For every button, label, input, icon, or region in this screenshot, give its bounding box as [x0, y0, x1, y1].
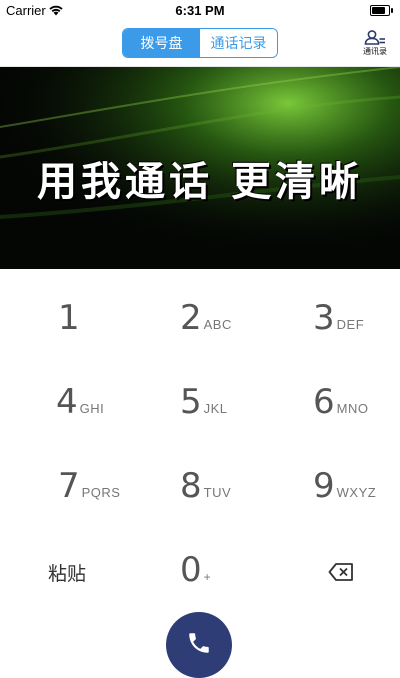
backspace-icon: [328, 563, 353, 581]
segmented-control: 拨号盘 通话记录: [122, 28, 278, 58]
key-digit: 5: [180, 382, 202, 422]
key-digit: 7: [58, 466, 80, 506]
key-1[interactable]: 1: [58, 298, 80, 348]
key-letters: WXYZ: [336, 485, 377, 500]
key-9[interactable]: 9 WXYZ: [313, 466, 376, 516]
key-digit: 1: [58, 298, 80, 338]
key-2[interactable]: 2 ABC: [180, 298, 232, 348]
key-8[interactable]: 8 TUV: [180, 466, 231, 516]
key-digit: 8: [180, 466, 202, 506]
key-digit: 9: [313, 466, 335, 506]
key-digit: 2: [180, 298, 202, 338]
key-letters: +: [203, 570, 211, 584]
key-3[interactable]: 3 DEF: [313, 298, 364, 348]
key-digit: 6: [313, 382, 335, 422]
key-7[interactable]: 7 PQRS: [58, 466, 120, 516]
backspace-button[interactable]: [328, 562, 354, 587]
key-5[interactable]: 5 JKL: [180, 382, 228, 432]
paste-button[interactable]: 粘贴: [48, 559, 86, 586]
key-digit: 3: [313, 298, 335, 338]
key-6[interactable]: 6 MNO: [313, 382, 368, 432]
contacts-label: 通讯录: [363, 47, 387, 56]
tab-call-log[interactable]: 通话记录: [200, 29, 277, 57]
key-letters: MNO: [336, 401, 369, 416]
key-0[interactable]: 0 +: [180, 550, 211, 600]
key-letters: DEF: [336, 317, 365, 332]
status-bar: Carrier 6:31 PM: [0, 0, 400, 20]
contacts-icon: [364, 30, 385, 45]
nav-bar: 拨号盘 通话记录 通讯录: [0, 20, 400, 67]
key-letters: ABC: [203, 317, 232, 332]
promo-banner: 用我通话 更清晰: [0, 67, 400, 269]
key-letters: PQRS: [81, 485, 121, 500]
key-digit: 4: [56, 382, 78, 422]
tab-dialpad[interactable]: 拨号盘: [123, 29, 200, 57]
status-time: 6:31 PM: [175, 3, 225, 18]
banner-slogan: 用我通话 更清晰: [37, 159, 363, 205]
key-letters: TUV: [203, 485, 232, 500]
key-letters: JKL: [203, 401, 228, 416]
key-digit: 0: [180, 550, 202, 590]
key-4[interactable]: 4 GHI: [56, 382, 104, 432]
battery-icon: [370, 5, 393, 16]
battery-level: [372, 7, 385, 14]
phone-icon: [189, 633, 209, 653]
contacts-button[interactable]: 通讯录: [360, 30, 390, 57]
call-button[interactable]: [166, 612, 232, 678]
key-letters: GHI: [79, 401, 105, 416]
